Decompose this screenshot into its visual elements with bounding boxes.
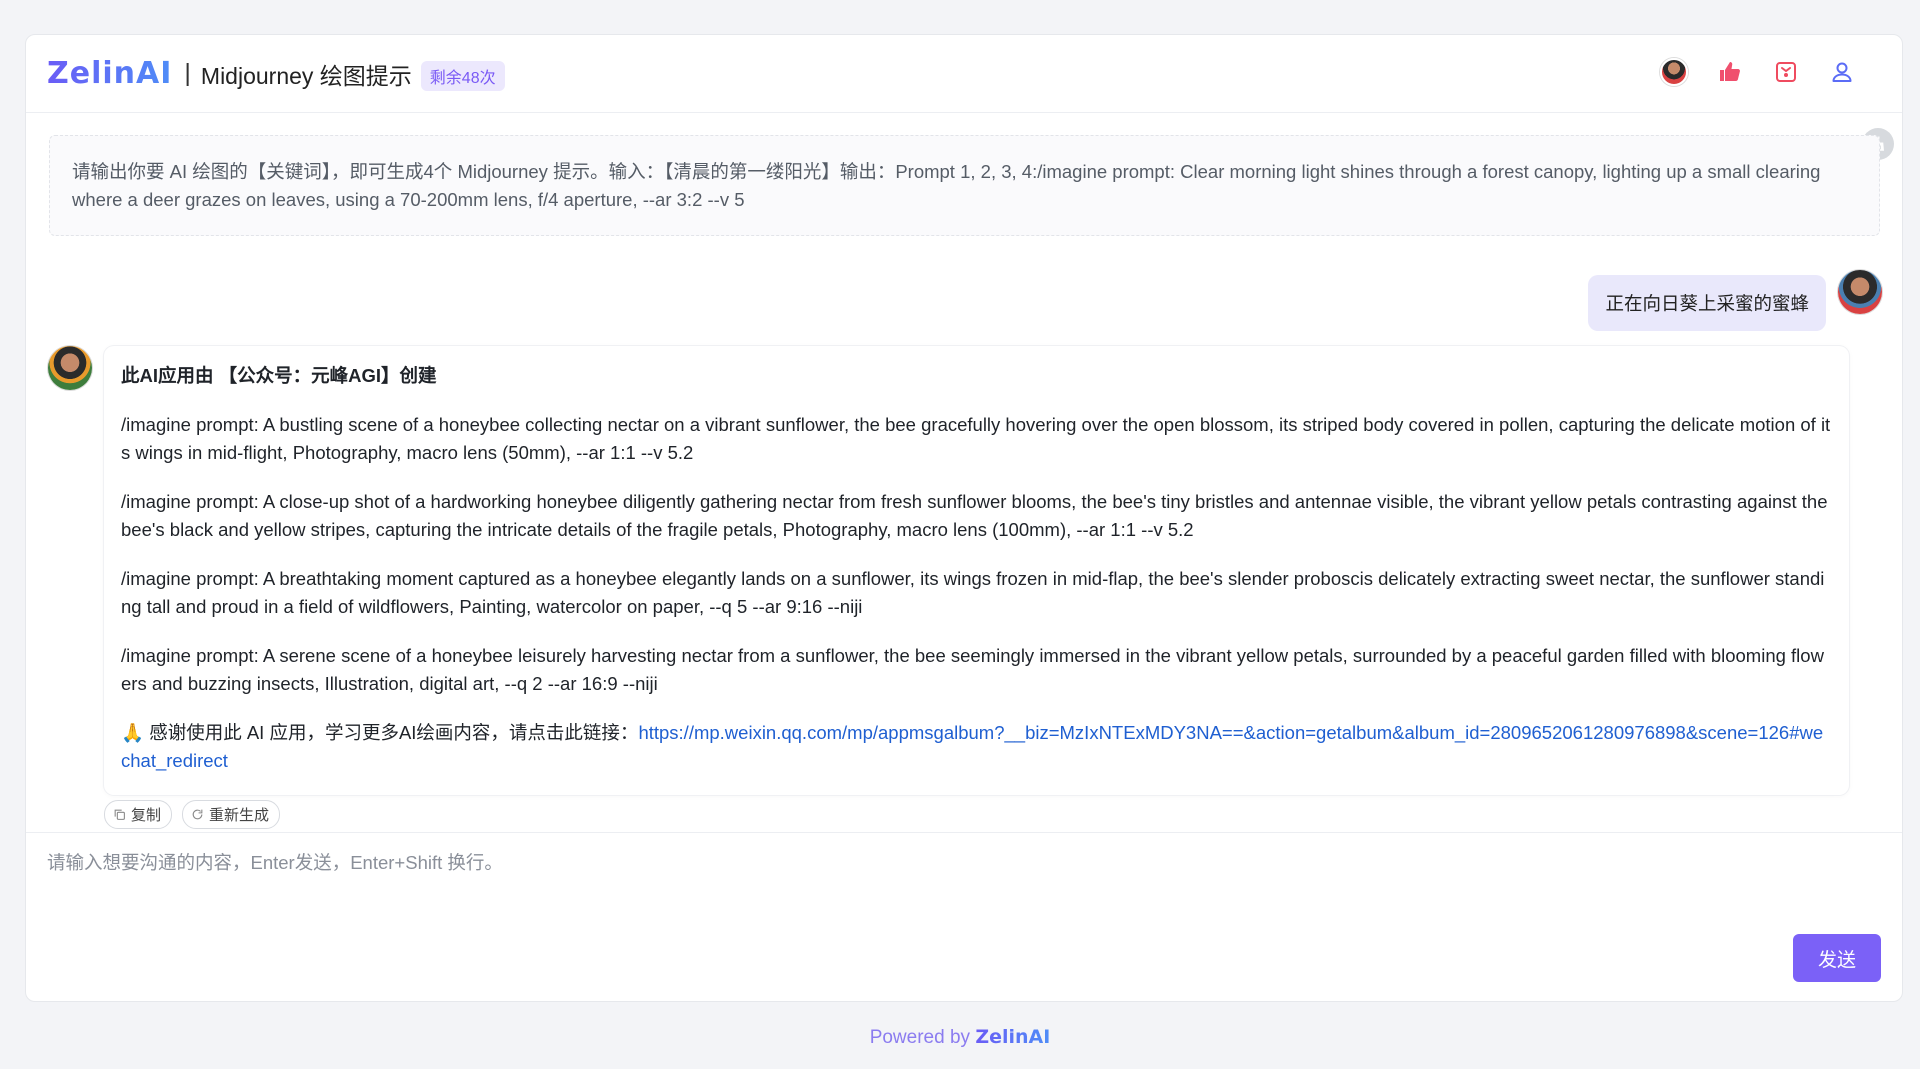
user-message-bubble: 正在向日葵上采蜜的蜜蜂 [1588,275,1826,331]
footer: Powered by ZelinAI [0,1026,1920,1049]
avatar [1660,58,1688,86]
app-title: Midjourney 绘图提示 [200,62,412,89]
bot-avatar [48,346,92,390]
copy-button[interactable]: 复制 [104,800,173,829]
app-header: ZelinAI | Midjourney 绘图提示 剩余48次 [26,35,1902,113]
collection-icon[interactable] [1771,57,1801,87]
zelinai-logo[interactable]: ZelinAI [47,56,172,91]
prompt-2: /imagine prompt: A close-up shot of a ha… [121,491,1828,540]
quota-badge: 剩余48次 [420,60,505,91]
copy-icon [114,809,125,820]
footer-prefix: Powered by [869,1027,976,1048]
chat-app-card: ZelinAI | Midjourney 绘图提示 剩余48次 请输出你要 AI… [25,34,1903,1002]
prompt-4: /imagine prompt: A serene scene of a hon… [121,645,1824,694]
bot-message-bubble: 此AI应用由 【公众号：元峰AGI】创建 /imagine prompt: A … [104,346,1849,795]
bot-heading: 此AI应用由 【公众号：元峰AGI】创建 [121,365,437,386]
header-avatar[interactable] [1659,57,1689,87]
header-icon-bar [1659,57,1857,87]
thanks-paragraph: 🙏 感谢使用此 AI 应用，学习更多AI绘画内容，请点击此链接：https://… [121,719,1832,775]
user-icon[interactable] [1827,57,1857,87]
pray-emoji-icon: 🙏 [121,722,145,743]
system-prompt-text: 请输出你要 AI 绘图的【关键词】，即可生成4个 Midjourney 提示。输… [72,161,1821,210]
user-message-row: 正在向日葵上采蜜的蜜蜂 [1588,270,1882,331]
chat-input[interactable] [47,849,1837,919]
regenerate-button[interactable]: 重新生成 [182,800,281,829]
system-prompt-box: 请输出你要 AI 绘图的【关键词】，即可生成4个 Midjourney 提示。输… [49,135,1880,236]
title-separator: | [184,59,191,87]
prompt-3: /imagine prompt: A breathtaking moment c… [121,568,1825,617]
user-avatar [1838,270,1882,314]
thumbs-up-icon[interactable] [1715,57,1745,87]
send-button[interactable]: 发送 [1793,934,1881,982]
regenerate-label: 重新生成 [209,807,270,824]
footer-brand-link[interactable]: ZelinAI [975,1026,1050,1048]
thanks-text: 感谢使用此 AI 应用，学习更多AI绘画内容，请点击此链接： [149,722,639,743]
prompt-1: /imagine prompt: A bustling scene of a h… [121,414,1831,463]
copy-label: 复制 [131,807,162,824]
refresh-icon [192,809,203,820]
message-actions: 复制 重新生成 [104,800,281,829]
input-area: 发送 [26,832,1902,1001]
